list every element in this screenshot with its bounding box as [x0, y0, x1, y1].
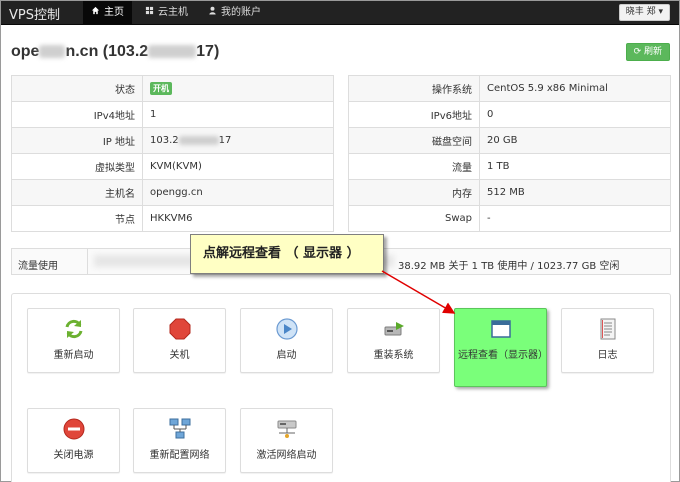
- server-info-table-right: 操作系统 CentOS 5.9 x86 Minimal IPv6地址 0 磁盘空…: [348, 75, 671, 232]
- status-badge: 开机: [150, 82, 172, 95]
- remote-console-button[interactable]: 远程查看（显示器）: [454, 308, 548, 387]
- redacted-blur: [178, 135, 219, 145]
- divider: [87, 249, 88, 274]
- nav-home-label: 主页: [104, 7, 124, 18]
- user-icon: [208, 1, 217, 25]
- row-key: IPv4地址: [11, 101, 143, 128]
- refresh-icon: ⟳: [633, 47, 642, 57]
- table-row: 磁盘空间 20 GB: [348, 127, 671, 154]
- row-value: 512 MB: [479, 179, 671, 206]
- row-value: -: [479, 205, 671, 232]
- table-row: 节点 HKKVM6: [11, 205, 334, 232]
- netboot-icon: [241, 418, 332, 440]
- row-key: 操作系统: [348, 75, 480, 102]
- nav-account-label: 我的账户: [221, 7, 261, 18]
- server-info-table-left: 状态 开机 IPv4地址 1 IP 地址 103.2 17 虚拟类型 KVM(KV…: [11, 75, 334, 232]
- reinstall-icon: [348, 318, 439, 340]
- start-button[interactable]: 启动: [240, 308, 333, 373]
- row-key: 节点: [11, 205, 143, 232]
- row-value: 1 TB: [479, 153, 671, 180]
- row-key: 流量: [348, 153, 480, 180]
- row-key: 磁盘空间: [348, 127, 480, 154]
- row-value: 1: [142, 101, 334, 128]
- row-key: IP 地址: [11, 127, 143, 154]
- reinstall-button[interactable]: 重装系统: [347, 308, 440, 373]
- nav-my-account[interactable]: 我的账户: [200, 1, 269, 25]
- page-title: ope n.cn (103.2 17): [11, 43, 219, 61]
- table-row: 虚拟类型 KVM(KVM): [11, 153, 334, 180]
- row-value: 103.2 17: [142, 127, 334, 154]
- power-off-button[interactable]: 关闭电源: [27, 408, 120, 473]
- row-value: 开机: [142, 75, 334, 102]
- netboot-button[interactable]: 激活网络启动: [240, 408, 333, 473]
- remote-console-label: 远程查看（显示器）: [458, 350, 548, 361]
- network-icon: [134, 418, 225, 440]
- refresh-label: 刷新: [643, 47, 662, 57]
- row-value: HKKVM6: [142, 205, 334, 232]
- refresh-button[interactable]: ⟳ 刷新: [625, 43, 670, 61]
- row-value: opengg.cn: [142, 179, 334, 206]
- title-suffix: 17): [196, 43, 220, 60]
- title-prefix: ope: [11, 43, 40, 60]
- row-key: 内存: [348, 179, 480, 206]
- title-mid: n.cn (103.2: [65, 43, 149, 60]
- power-off-icon: [28, 418, 119, 440]
- home-icon: [91, 1, 100, 25]
- table-row: 内存 512 MB: [348, 179, 671, 206]
- reboot-icon: [28, 318, 119, 340]
- ip-prefix: 103.2: [150, 135, 179, 146]
- row-value: 20 GB: [479, 127, 671, 154]
- netboot-label: 激活网络启动: [256, 450, 317, 461]
- top-navbar: VPS控制 主页 云主机 我的账户 晓丰 郑 ▾: [1, 1, 679, 25]
- shutdown-label: 关机: [169, 350, 190, 361]
- traffic-label: 流量使用: [18, 261, 58, 272]
- ip-suffix: 17: [218, 135, 232, 146]
- row-value: KVM(KVM): [142, 153, 334, 180]
- table-row: IPv4地址 1: [11, 101, 334, 128]
- table-row: IP 地址 103.2 17: [11, 127, 334, 154]
- reinstall-label: 重装系统: [373, 350, 414, 361]
- row-value: 0: [479, 101, 671, 128]
- nav-cloud-label: 云主机: [158, 7, 188, 18]
- shutdown-button[interactable]: 关机: [133, 308, 226, 373]
- grid-icon: [145, 1, 154, 25]
- redacted-blur: [148, 45, 197, 59]
- row-key: IPv6地址: [348, 101, 480, 128]
- user-menu-button[interactable]: 晓丰 郑 ▾: [618, 4, 670, 21]
- table-row: Swap -: [348, 205, 671, 232]
- nav-home[interactable]: 主页: [83, 1, 132, 25]
- redacted-blur: [39, 45, 66, 59]
- reconfigure-network-label: 重新配置网络: [149, 450, 210, 461]
- reboot-button[interactable]: 重新启动: [27, 308, 120, 373]
- table-row: 流量 1 TB: [348, 153, 671, 180]
- row-key: Swap: [348, 205, 480, 232]
- traffic-value: 38.92 MB 关于 1 TB 使用中 / 1023.77 GB 空闲: [398, 261, 620, 272]
- row-key: 状态: [11, 75, 143, 102]
- nav-cloud-host[interactable]: 云主机: [137, 1, 196, 25]
- row-key: 虚拟类型: [11, 153, 143, 180]
- reconfigure-network-button[interactable]: 重新配置网络: [133, 408, 226, 473]
- log-button[interactable]: 日志: [561, 308, 654, 373]
- callout-tooltip: 点解远程查看 （ 显示器 ）: [190, 234, 384, 274]
- table-row: 操作系统 CentOS 5.9 x86 Minimal: [348, 75, 671, 102]
- log-icon: [562, 318, 653, 340]
- table-row: 状态 开机: [11, 75, 334, 102]
- action-panel: 重新启动 关机 启动 重装系统 远程查看（显示器） 日志 关闭电源 重新配置网络…: [11, 293, 671, 482]
- row-key: 主机名: [11, 179, 143, 206]
- console-icon: [455, 318, 546, 340]
- table-row: 主机名 opengg.cn: [11, 179, 334, 206]
- play-icon: [241, 318, 332, 340]
- power-off-label: 关闭电源: [53, 450, 94, 461]
- start-label: 启动: [276, 350, 297, 361]
- stop-icon: [134, 318, 225, 340]
- brand-title[interactable]: VPS控制: [9, 4, 60, 23]
- table-row: IPv6地址 0: [348, 101, 671, 128]
- row-value: CentOS 5.9 x86 Minimal: [479, 75, 671, 102]
- reboot-label: 重新启动: [53, 350, 94, 361]
- log-label: 日志: [597, 350, 618, 361]
